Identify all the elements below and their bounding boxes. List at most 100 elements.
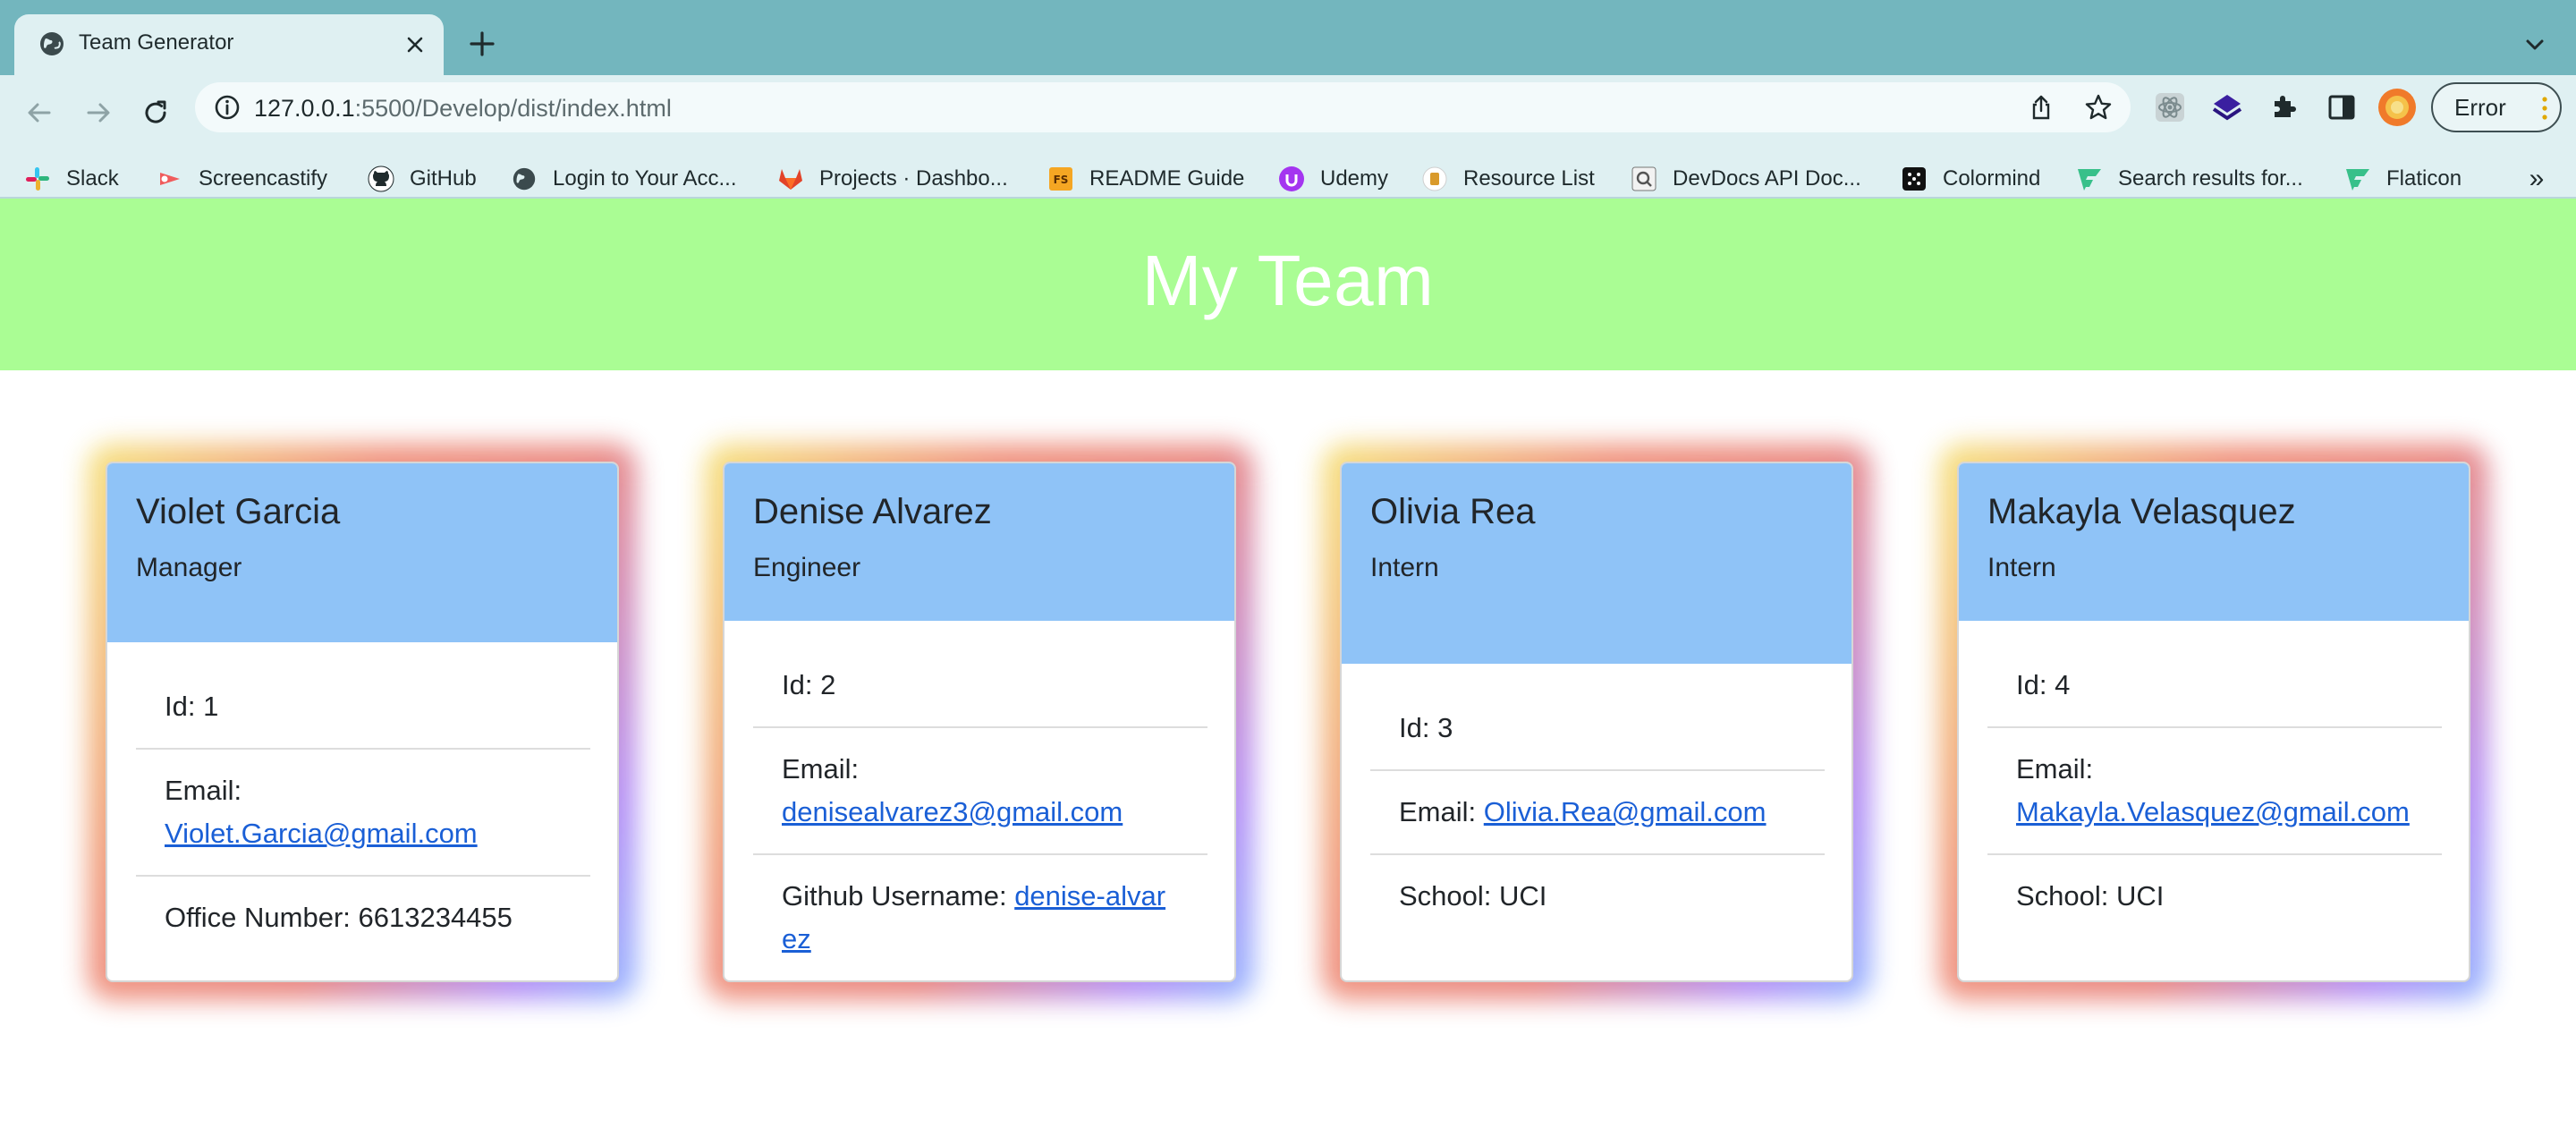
bookmark-label: Screencastify xyxy=(199,166,328,191)
tab-team-generator[interactable]: Team Generator xyxy=(14,14,444,75)
office-number-text: Office Number: 6613234455 xyxy=(165,902,513,933)
school-text: School: UCI xyxy=(1399,880,1547,912)
card-body: Makayla Velasquez Intern Id: 4 Email: Ma… xyxy=(1957,462,2470,982)
close-tab-icon[interactable] xyxy=(399,29,431,61)
error-label: Error xyxy=(2454,93,2506,121)
employee-role: Engineer xyxy=(753,553,861,582)
bookmark-label: Slack xyxy=(66,166,119,191)
menu-dots-icon[interactable] xyxy=(2542,96,2547,121)
employee-role: Intern xyxy=(1370,553,1439,582)
page-title: My Team xyxy=(1141,241,1435,320)
employee-card: Violet Garcia Manager Id: 1 Email: Viole… xyxy=(88,444,637,1000)
email-label: Email: xyxy=(2016,753,2094,785)
employee-card: Denise Alvarez Engineer Id: 2 Email: den… xyxy=(705,444,1254,1000)
school-text: School: UCI xyxy=(2016,880,2165,912)
email-link[interactable]: Makayla.Velasquez@gmail.com xyxy=(2016,796,2410,827)
bookmark-label: Resource List xyxy=(1463,166,1595,191)
bookmark-label: Colormind xyxy=(1943,166,2041,191)
flaticon-icon xyxy=(2075,165,2104,193)
side-panel-icon[interactable] xyxy=(2322,88,2361,127)
employee-name: Violet Garcia xyxy=(136,492,341,531)
chevron-down-icon[interactable] xyxy=(2515,25,2555,64)
bookmark-label: DevDocs API Doc... xyxy=(1673,166,1861,191)
profile-avatar-icon[interactable] xyxy=(2377,88,2417,127)
puzzle-extensions-icon[interactable] xyxy=(2265,88,2304,127)
email-label: Email: xyxy=(1399,796,1477,827)
email-link[interactable]: Violet.Garcia@gmail.com xyxy=(165,818,478,849)
employee-id: Id: 1 xyxy=(136,666,590,750)
devdocs-icon xyxy=(1630,165,1658,193)
employee-role: Manager xyxy=(136,553,242,582)
card-body: Olivia Rea Intern Id: 3 Email: Olivia.Re… xyxy=(1340,462,1853,982)
profile-error-button[interactable]: Error xyxy=(2431,82,2562,132)
new-tab-plus-icon[interactable] xyxy=(463,25,501,63)
employee-details-list: Id: 1 Email: Violet.Garcia@gmail.com Off… xyxy=(136,666,590,959)
svg-text:FS: FS xyxy=(1054,174,1069,186)
share-icon[interactable] xyxy=(2023,89,2059,125)
bookmark-label: GitHub xyxy=(410,166,477,191)
bookmark-label: Flaticon xyxy=(2386,166,2462,191)
employee-name: Makayla Velasquez xyxy=(1987,492,2296,531)
id-text: Id: 4 xyxy=(2016,669,2071,700)
employee-details-list: Id: 2 Email: denisealvarez3@gmail.com Gi… xyxy=(753,644,1208,980)
globe-icon xyxy=(510,165,538,193)
react-devtools-icon[interactable] xyxy=(2150,88,2190,127)
employee-details-list: Id: 3 Email: Olivia.Rea@gmail.com School… xyxy=(1370,687,1825,937)
url-path: :5500/Develop/dist/index.html xyxy=(354,95,672,122)
resource-icon xyxy=(1420,165,1449,193)
email-label: Email: xyxy=(165,775,242,806)
card-header: Denise Alvarez Engineer xyxy=(724,463,1234,621)
email-label: Email: xyxy=(782,753,860,785)
bookmark-label: Search results for... xyxy=(2118,166,2303,191)
employee-role: Intern xyxy=(1987,553,2056,582)
page-header: My Team xyxy=(0,199,2576,370)
github-icon xyxy=(367,165,395,193)
employee-school: School: UCI xyxy=(1987,855,2442,937)
employee-email: Email: Makayla.Velasquez@gmail.com xyxy=(1987,728,2442,855)
email-link[interactable]: Olivia.Rea@gmail.com xyxy=(1484,796,1767,827)
gitlab-icon xyxy=(776,165,805,193)
employee-email: Email: denisealvarez3@gmail.com xyxy=(753,728,1208,855)
employee-github: Github Username: denise-alvarez xyxy=(753,855,1208,980)
bookmark-label: Login to Your Acc... xyxy=(553,166,737,191)
flaticon-icon xyxy=(2343,165,2372,193)
bookmark-label: README Guide xyxy=(1089,166,1245,191)
back-arrow-icon[interactable] xyxy=(16,89,63,136)
id-text: Id: 2 xyxy=(782,669,836,700)
employee-email: Email: Olivia.Rea@gmail.com xyxy=(1370,771,1825,855)
url-host: 127.0.0.1 xyxy=(254,95,355,122)
url-text: 127.0.0.1:5500/Develop/dist/index.html xyxy=(254,95,672,123)
slack-icon xyxy=(23,165,52,193)
address-bar[interactable]: 127.0.0.1:5500/Develop/dist/index.html xyxy=(195,82,2131,132)
more-bookmarks-chevron-icon[interactable]: » xyxy=(2519,159,2555,199)
employee-card: Olivia Rea Intern Id: 3 Email: Olivia.Re… xyxy=(1322,444,1871,1000)
card-header: Violet Garcia Manager xyxy=(107,463,617,642)
colormind-icon xyxy=(1900,165,1928,193)
bookmark-label: Udemy xyxy=(1320,166,1389,191)
github-label: Github Username: xyxy=(782,880,1007,912)
employee-id: Id: 3 xyxy=(1370,687,1825,771)
screencastify-icon xyxy=(156,165,184,193)
email-link[interactable]: denisealvarez3@gmail.com xyxy=(782,796,1123,827)
forward-arrow-icon[interactable] xyxy=(75,89,122,136)
reload-icon[interactable] xyxy=(132,89,179,136)
card-body: Denise Alvarez Engineer Id: 2 Email: den… xyxy=(723,462,1236,982)
layers-extension-icon[interactable] xyxy=(2207,88,2247,127)
star-bookmark-icon[interactable] xyxy=(2080,89,2116,125)
info-icon[interactable] xyxy=(213,93,242,122)
browser-tabstrip: Team Generator xyxy=(0,0,2576,75)
employee-id: Id: 2 xyxy=(753,644,1208,728)
employee-name: Olivia Rea xyxy=(1370,492,1536,531)
card-header: Makayla Velasquez Intern xyxy=(1959,463,2469,621)
employee-email: Email: Violet.Garcia@gmail.com xyxy=(136,750,590,877)
id-text: Id: 3 xyxy=(1399,712,1453,743)
employee-details-list: Id: 4 Email: Makayla.Velasquez@gmail.com… xyxy=(1987,644,2442,937)
card-header: Olivia Rea Intern xyxy=(1342,463,1852,664)
employee-name: Denise Alvarez xyxy=(753,492,992,531)
tab-title: Team Generator xyxy=(79,30,234,55)
employee-office-number: Office Number: 6613234455 xyxy=(136,877,590,959)
udemy-icon xyxy=(1277,165,1306,193)
employee-school: School: UCI xyxy=(1370,855,1825,937)
employee-id: Id: 4 xyxy=(1987,644,2442,728)
id-text: Id: 1 xyxy=(165,691,219,722)
